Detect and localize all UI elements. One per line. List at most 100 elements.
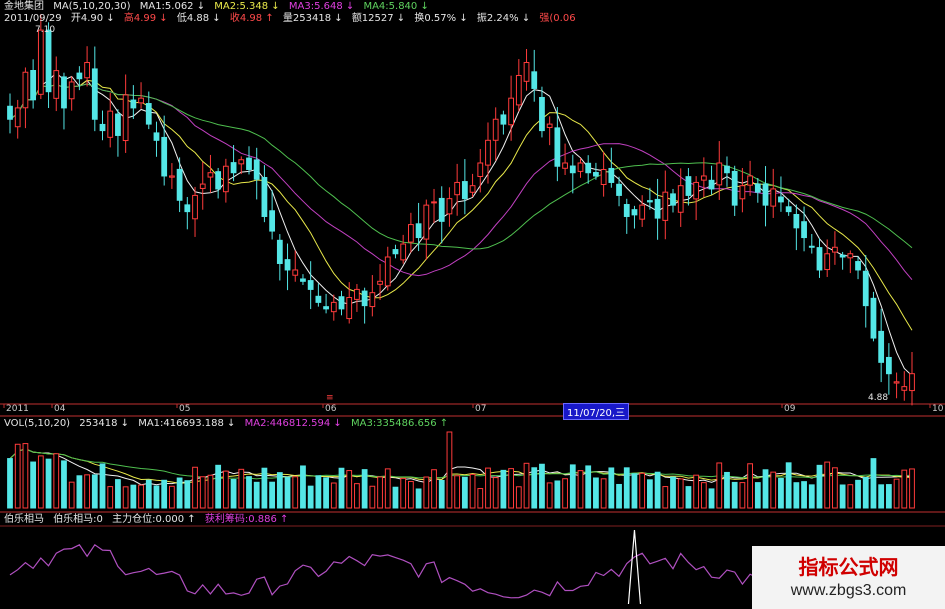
candle-body — [847, 253, 854, 259]
volume-bar — [207, 474, 214, 509]
candle-body — [739, 185, 746, 200]
volume-bar — [253, 481, 260, 509]
volume-bar — [37, 455, 44, 509]
volume-bar — [546, 482, 553, 509]
candle — [724, 156, 730, 187]
candle — [731, 165, 738, 216]
candle-body — [724, 165, 730, 174]
volume-header: VOL(5,10,20) 253418 ↓ MA1:416693.188 ↓ M… — [4, 418, 454, 430]
candle — [307, 261, 314, 310]
candle — [91, 46, 98, 132]
volume-bar — [492, 477, 499, 509]
candle — [901, 371, 908, 401]
volume-bar — [446, 431, 453, 509]
candle-body — [400, 243, 407, 261]
candle — [354, 284, 360, 312]
candle-body — [508, 97, 515, 126]
candle-body — [700, 175, 707, 181]
volume-bar — [855, 479, 861, 509]
candle-body — [269, 210, 276, 232]
volume-bar — [423, 476, 430, 509]
candle-body — [870, 297, 877, 339]
volume-bar — [161, 479, 168, 509]
ma3-value: MA3:5.648 ↓ — [288, 1, 355, 12]
volume-bar — [91, 474, 98, 509]
candle-body — [839, 254, 846, 258]
candle — [438, 186, 445, 244]
candle — [662, 170, 669, 240]
volume-bar — [677, 478, 684, 509]
candle-body — [754, 183, 761, 193]
candle — [909, 351, 915, 406]
volume-bar — [639, 472, 646, 509]
candle — [215, 167, 222, 199]
candle — [176, 157, 183, 213]
ma2-value: MA2:5.348 ↓ — [214, 1, 280, 12]
volume-bar — [130, 484, 137, 509]
candle-body — [793, 214, 800, 229]
candle-body — [785, 206, 792, 213]
candle-body — [22, 71, 29, 109]
candle — [238, 156, 245, 175]
candle-body — [384, 256, 391, 287]
volume-bar — [685, 486, 692, 509]
candle — [793, 204, 800, 251]
candle-body — [438, 197, 445, 222]
volume-bar — [778, 477, 784, 509]
volume-bar — [284, 477, 291, 509]
candle-body — [122, 94, 129, 142]
candle — [500, 110, 507, 135]
volume-bar — [199, 476, 206, 509]
candle-body — [901, 386, 908, 391]
candle-body — [593, 172, 599, 177]
candle-body — [169, 175, 175, 178]
candle-body — [130, 99, 137, 109]
volume-bar — [292, 476, 299, 509]
volume-bar — [670, 476, 676, 509]
candle — [847, 250, 854, 274]
volume-bar — [870, 458, 877, 509]
volume-bar — [862, 476, 869, 509]
candle-body — [276, 239, 283, 264]
candle — [423, 199, 430, 260]
candle-body — [623, 204, 630, 217]
volume-bar — [53, 453, 60, 509]
candle — [246, 146, 252, 175]
candle-body — [824, 253, 831, 271]
volume-bar — [84, 474, 90, 509]
volume-bar — [14, 443, 21, 509]
candle-body — [192, 194, 198, 220]
candle-body — [53, 70, 60, 99]
candle-body — [909, 373, 915, 392]
candle-body — [492, 118, 499, 141]
volume-bar — [878, 484, 885, 509]
candle-body — [238, 159, 245, 165]
candle — [531, 49, 538, 102]
volume-bar — [593, 477, 599, 509]
candle-body — [646, 200, 653, 203]
candle — [623, 198, 630, 234]
candle-body — [284, 259, 291, 271]
volume-bar — [184, 480, 191, 509]
volume-bar — [724, 471, 730, 509]
candle — [832, 231, 838, 265]
candle-body — [862, 270, 869, 307]
candle-body — [330, 301, 337, 313]
candle — [130, 85, 137, 119]
event-marker[interactable]: ≡ — [326, 393, 334, 403]
volume-bars — [7, 431, 915, 509]
candle-body — [855, 261, 861, 271]
axis-tick-04: 04 — [54, 404, 66, 414]
candle-body — [37, 29, 44, 95]
ma4-value: MA4:5.840 ↓ — [363, 1, 429, 12]
volume-bar — [45, 458, 52, 509]
candle-body — [477, 162, 484, 177]
turnover-value: 换0.57% ↓ — [414, 13, 468, 24]
candle-body — [801, 221, 807, 239]
candle — [169, 163, 175, 189]
candle — [677, 168, 684, 227]
volume-bar — [222, 470, 229, 509]
candle-body — [685, 176, 692, 196]
candle-body — [346, 297, 353, 320]
volume-bar — [747, 463, 753, 509]
